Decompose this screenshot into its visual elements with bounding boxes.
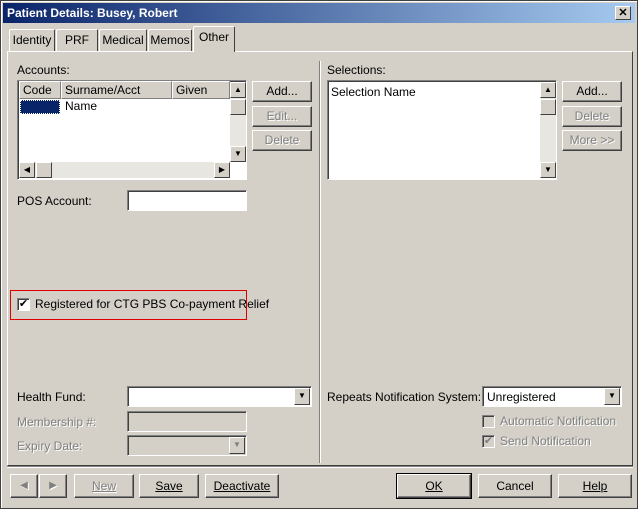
new-button[interactable]: New [74, 474, 134, 498]
tab-label: Memos [150, 33, 190, 47]
pos-account-label: POS Account: [17, 194, 92, 208]
horizontal-scrollbar[interactable]: ◀ ▶ [19, 162, 230, 178]
chevron-down-icon[interactable]: ▼ [229, 437, 245, 454]
patient-details-window: Patient Details: Busey, Robert ✕ Identit… [0, 0, 638, 509]
column-header-given[interactable]: Given [172, 81, 230, 99]
selections-delete-button[interactable]: Delete [562, 106, 622, 127]
selections-label: Selections: [327, 63, 386, 77]
ctg-label: Registered for CTG PBS Co-payment Relief [35, 297, 270, 311]
vertical-scrollbar[interactable]: ▲ ▼ [540, 82, 556, 178]
title-bar: Patient Details: Busey, Robert ✕ [3, 3, 635, 23]
tab-label: Other [198, 30, 229, 44]
tab-medical[interactable]: Medical [99, 29, 147, 51]
health-fund-combo[interactable]: ▼ [127, 386, 312, 407]
column-header-code[interactable]: Code [19, 81, 61, 99]
column-header-selection-name[interactable]: Selection Name [331, 85, 416, 99]
repeats-combo[interactable]: Unregistered ▼ [482, 386, 622, 407]
accounts-delete-button[interactable]: Delete [252, 130, 312, 151]
close-icon[interactable]: ✕ [615, 6, 631, 20]
next-record-button[interactable]: ▶ [39, 474, 67, 498]
auto-notification-checkbox[interactable] [482, 415, 495, 428]
auto-notification-label: Automatic Notification [500, 414, 617, 428]
send-notification-label: Send Notification [500, 434, 591, 448]
window-title: Patient Details: Busey, Robert [7, 6, 178, 20]
tab-memos[interactable]: Memos [148, 29, 192, 51]
tab-label: Identity [12, 33, 52, 47]
scroll-down-icon[interactable]: ▼ [540, 162, 556, 178]
help-button[interactable]: Help [558, 474, 632, 498]
previous-record-button[interactable]: ◀ [10, 474, 38, 498]
scroll-left-icon[interactable]: ◀ [19, 162, 35, 178]
scroll-right-icon[interactable]: ▶ [214, 162, 230, 178]
tab-label: PRF [65, 33, 89, 47]
scroll-thumb-h[interactable] [36, 162, 52, 178]
repeats-label: Repeats Notification System: [327, 390, 482, 404]
ok-button[interactable]: OK [396, 473, 472, 499]
membership-label: Membership #: [17, 415, 97, 429]
tab-identity[interactable]: Identity [9, 29, 55, 51]
repeats-value: Unregistered [487, 390, 556, 404]
selections-add-button[interactable]: Add... [562, 81, 622, 102]
scroll-up-icon[interactable]: ▲ [230, 82, 246, 98]
accounts-edit-button[interactable]: Edit... [252, 106, 312, 127]
selections-list[interactable]: Selection Name ▲ ▼ [327, 80, 557, 180]
accounts-list[interactable]: Code Surname/Acct Name Given ▲ ▼ ◀ ▶ [17, 80, 247, 180]
tab-other[interactable]: Other [193, 26, 235, 52]
vertical-scrollbar[interactable]: ▲ ▼ [230, 82, 246, 162]
save-button[interactable]: Save [139, 474, 199, 498]
accounts-add-button[interactable]: Add... [252, 81, 312, 102]
membership-input[interactable] [127, 411, 247, 432]
expiry-date-combo[interactable]: ▼ [127, 435, 247, 456]
chevron-down-icon[interactable]: ▼ [294, 388, 310, 405]
selections-more-button[interactable]: More >> [562, 130, 622, 151]
tab-label: Medical [102, 33, 144, 47]
panel-divider [319, 61, 321, 463]
ctg-checkbox[interactable]: ✔ [17, 298, 30, 311]
scroll-thumb[interactable] [540, 99, 556, 115]
chevron-down-icon[interactable]: ▼ [604, 388, 620, 405]
scroll-thumb[interactable] [230, 99, 246, 115]
selected-row[interactable] [20, 100, 60, 114]
health-fund-label: Health Fund: [17, 390, 86, 404]
deactivate-button[interactable]: Deactivate [205, 474, 279, 498]
tab-prf[interactable]: PRF [56, 29, 98, 51]
pos-account-input[interactable] [127, 190, 247, 211]
column-header-surname[interactable]: Surname/Acct Name [61, 81, 172, 113]
footer-divider [7, 466, 633, 468]
expiry-label: Expiry Date: [17, 439, 83, 453]
cancel-button[interactable]: Cancel [478, 474, 552, 498]
scroll-up-icon[interactable]: ▲ [540, 82, 556, 98]
accounts-label: Accounts: [17, 63, 70, 77]
send-notification-checkbox[interactable]: ✔ [482, 435, 495, 448]
scroll-down-icon[interactable]: ▼ [230, 146, 246, 162]
